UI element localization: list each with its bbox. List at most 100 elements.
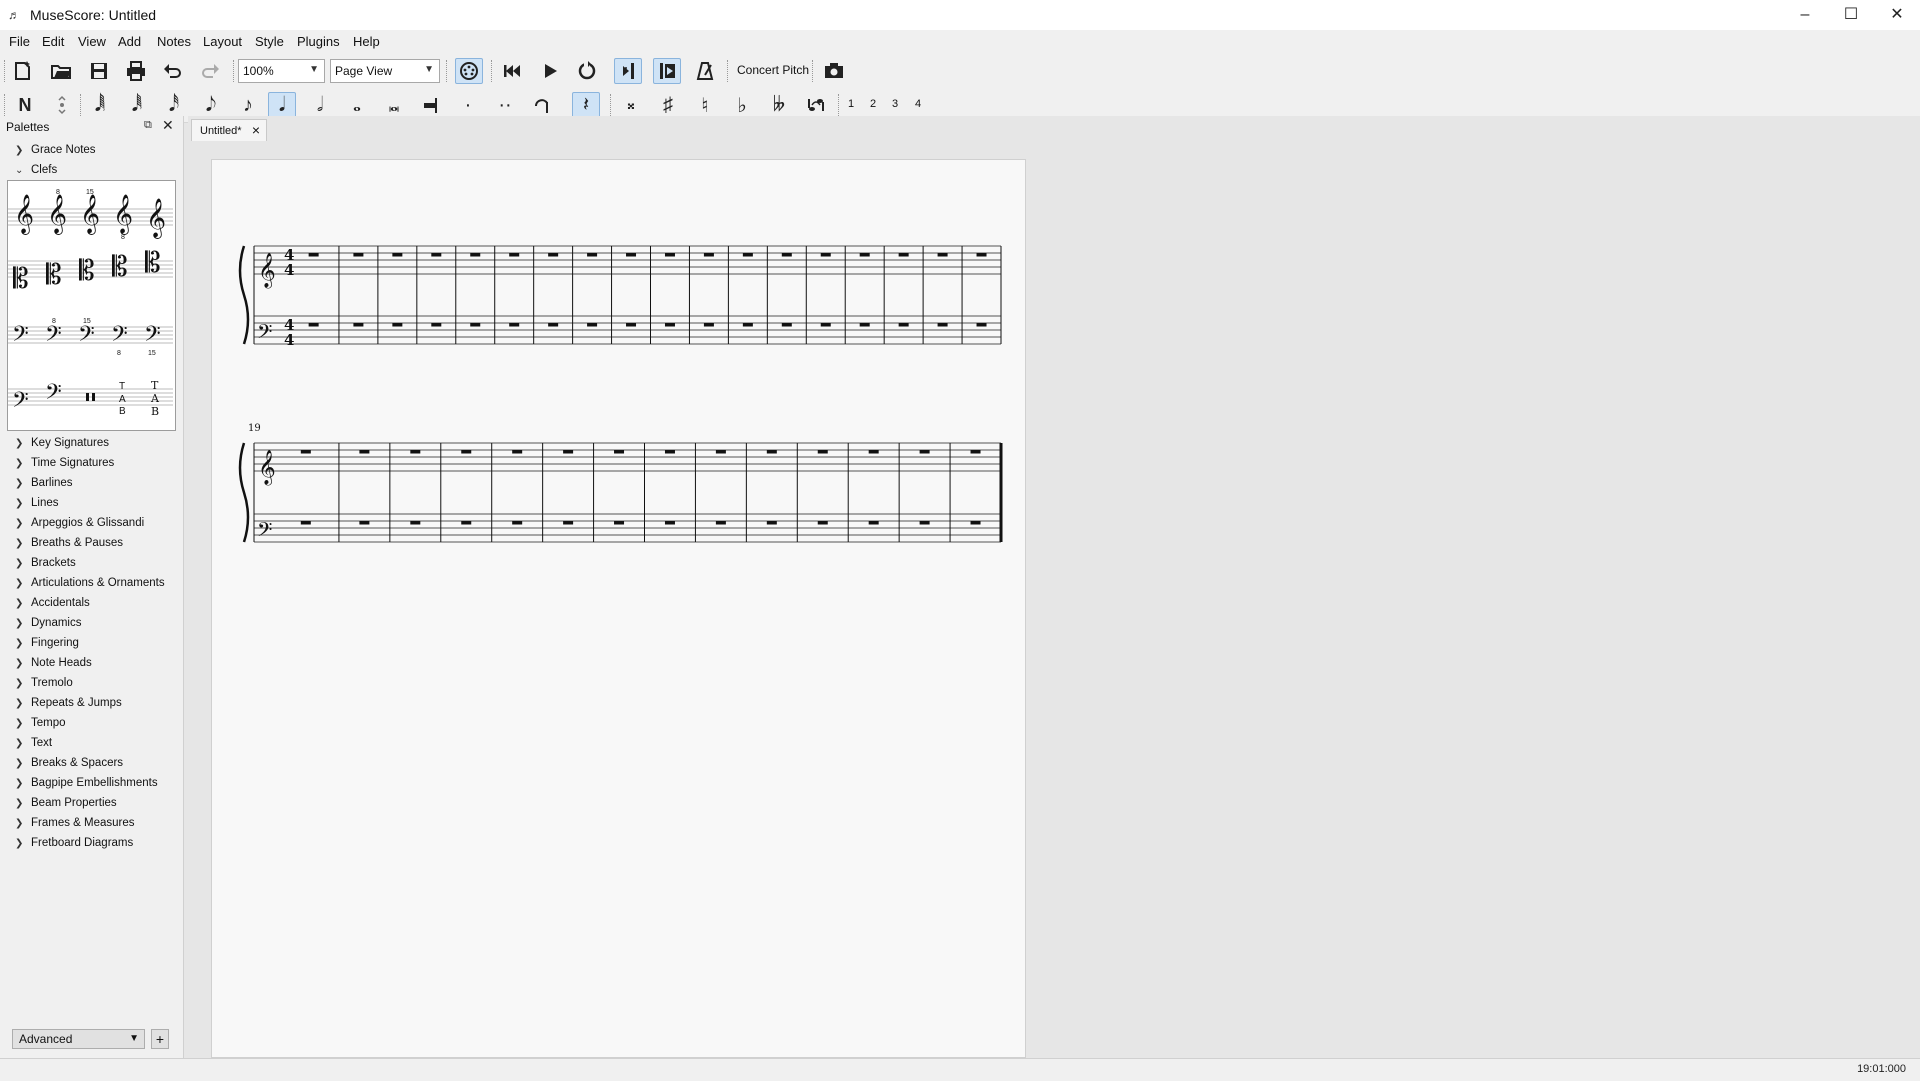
palette-section-fretboard[interactable]: ❯ Fretboard Diagrams [15, 834, 133, 852]
palette-section-barlines[interactable]: ❯ Barlines [15, 474, 73, 492]
palette-section-time-signatures[interactable]: ❯ Time Signatures [15, 454, 114, 472]
tab-serif-clef-cell[interactable]: TAB [140, 367, 173, 429]
bass-15mb-clef-cell[interactable]: 𝄢 15 [140, 305, 173, 367]
midi-input-icon[interactable] [455, 58, 483, 84]
natural-icon[interactable]: ♮ [691, 92, 719, 118]
score-page[interactable]: 𝄞 𝄢 4 4 4 4 𝄞 𝄢 19 [211, 159, 1026, 1058]
palette-section-note-heads[interactable]: ❯ Note Heads [15, 654, 92, 672]
palette-section-fingering[interactable]: ❯ Fingering [15, 634, 79, 652]
baritone-c-clef-cell[interactable]: 𝄡 [140, 243, 173, 305]
rest-icon[interactable]: 𝄽 [572, 92, 600, 118]
loop-playback-icon[interactable] [573, 58, 601, 84]
percussion-clef-cell[interactable] [74, 367, 107, 429]
view-mode-select[interactable]: Page View ▼ [330, 59, 440, 83]
eighth-note-alt-icon[interactable]: ♪ [234, 92, 262, 118]
palette-section-frames[interactable]: ❯ Frames & Measures [15, 814, 135, 832]
palette-section-lines[interactable]: ❯ Lines [15, 494, 59, 512]
rewind-icon[interactable] [498, 58, 526, 84]
image-capture-icon[interactable] [820, 58, 848, 84]
add-workspace-button[interactable]: + [151, 1029, 169, 1049]
augmentation-dot-icon[interactable]: · [454, 92, 482, 118]
bass-8va-clef-cell[interactable]: 𝄢 8 [41, 305, 74, 367]
close-tab-icon[interactable]: × [252, 122, 260, 138]
double-dot-icon[interactable]: ·· [491, 92, 519, 118]
palette-section-arpeggios[interactable]: ❯ Arpeggios & Glissandi [15, 514, 144, 532]
mezzo-soprano-clef-cell[interactable]: 𝄡 [41, 243, 74, 305]
half-note-icon[interactable]: 𝅗𝅥 [306, 92, 334, 118]
menu-add[interactable]: Add [118, 34, 141, 49]
undo-icon[interactable] [159, 58, 187, 84]
16th-note-icon[interactable]: 𝅘𝅥𝅰 [160, 92, 188, 118]
score-notation[interactable]: 𝄞𝄢4444 𝄞𝄢19 [212, 160, 1025, 1057]
double-sharp-icon[interactable]: 𝄪 [617, 92, 645, 118]
redo-icon[interactable] [196, 58, 224, 84]
menu-help[interactable]: Help [353, 34, 380, 49]
flip-direction-icon[interactable] [802, 92, 830, 118]
palette-section-key-signatures[interactable]: ❯ Key Signatures [15, 434, 109, 452]
palette-section-text[interactable]: ❯ Text [15, 734, 52, 752]
tie-icon[interactable] [528, 92, 556, 118]
close-panel-icon[interactable]: ✕ [162, 117, 174, 134]
tab-clef-cell[interactable]: TAB [107, 367, 140, 429]
play-icon[interactable] [536, 58, 564, 84]
treble-8va-clef-cell[interactable]: 𝄞 8 [41, 181, 74, 243]
treble-15ma-clef-cell[interactable]: 𝄞 15 [74, 181, 107, 243]
palette-section-tempo[interactable]: ❯ Tempo [15, 714, 66, 732]
palette-section-dynamics[interactable]: ❯ Dynamics [15, 614, 81, 632]
quarter-note-icon[interactable]: 𝅘𝅥 [268, 92, 296, 118]
bass-15ma-clef-cell[interactable]: 𝄢 15 [74, 305, 107, 367]
palette-section-bagpipe[interactable]: ❯ Bagpipe Embellishments [15, 774, 158, 792]
palette-section-clefs[interactable]: ⌄ Clefs [15, 161, 57, 179]
64th-note-icon[interactable]: 𝅘𝅥𝅲 [86, 92, 114, 118]
alto-clef-cell[interactable]: 𝄡 [74, 243, 107, 305]
menu-view[interactable]: View [78, 34, 106, 49]
input-mode-dropdown-icon[interactable] [48, 92, 76, 118]
save-icon[interactable] [85, 58, 113, 84]
palette-section-articulations[interactable]: ❯ Articulations & Ornaments [15, 574, 165, 592]
menu-edit[interactable]: Edit [42, 34, 64, 49]
metronome-icon[interactable] [691, 58, 719, 84]
32nd-note-icon[interactable]: 𝅘𝅥𝅱 [123, 92, 151, 118]
palette-section-breaths[interactable]: ❯ Breaths & Pauses [15, 534, 123, 552]
palette-section-grace-notes[interactable]: ❯ Grace Notes [15, 141, 96, 159]
tab-untitled[interactable]: Untitled* × [191, 119, 267, 141]
voice-3-button[interactable]: 3 [892, 98, 898, 110]
menu-style[interactable]: Style [255, 34, 284, 49]
menu-plugins[interactable]: Plugins [297, 34, 340, 49]
maximize-button[interactable]: ☐ [1828, 0, 1874, 30]
bass-8vb-clef-cell[interactable]: 𝄢 8 [107, 305, 140, 367]
menu-file[interactable]: File [9, 34, 30, 49]
loop-in-icon[interactable] [614, 58, 642, 84]
flat-icon[interactable]: ♭ [728, 92, 756, 118]
voice-2-button[interactable]: 2 [870, 98, 876, 110]
soprano-clef-cell[interactable]: 𝄡 [8, 243, 41, 305]
tenor-clef-cell[interactable]: 𝄡 [107, 243, 140, 305]
palette-section-beam-properties[interactable]: ❯ Beam Properties [15, 794, 117, 812]
voice-1-button[interactable]: 1 [848, 98, 854, 110]
baritone-f-clef-cell[interactable]: 𝄢 [8, 367, 41, 429]
new-score-icon[interactable] [9, 58, 37, 84]
loop-out-icon[interactable] [653, 58, 681, 84]
menu-notes[interactable]: Notes [157, 34, 191, 49]
palette-section-accidentals[interactable]: ❯ Accidentals [15, 594, 90, 612]
double-flat-icon[interactable]: 𝄫 [765, 92, 793, 118]
close-window-button[interactable]: ✕ [1874, 0, 1920, 30]
palette-section-tremolo[interactable]: ❯ Tremolo [15, 674, 73, 692]
palette-section-breaks[interactable]: ❯ Breaks & Spacers [15, 754, 123, 772]
subbass-clef-cell[interactable]: 𝄢 [41, 367, 74, 429]
sharp-icon[interactable]: ♯ [654, 92, 682, 118]
bass-clef-cell[interactable]: 𝄢 [8, 305, 41, 367]
whole-note-icon[interactable]: 𝅝 [343, 92, 371, 118]
eighth-note-icon[interactable]: 𝅘𝅥𝅮 [197, 92, 225, 118]
voice-4-button[interactable]: 4 [915, 98, 921, 110]
print-icon[interactable] [122, 58, 150, 84]
menu-layout[interactable]: Layout [203, 34, 242, 49]
palette-section-brackets[interactable]: ❯ Brackets [15, 554, 76, 572]
undock-icon[interactable]: ⧉ [144, 119, 152, 132]
french-violin-clef-cell[interactable]: 𝄞 [140, 181, 173, 243]
open-folder-icon[interactable] [47, 58, 75, 84]
concert-pitch-toggle[interactable]: Concert Pitch [737, 63, 809, 77]
minimize-button[interactable]: – [1782, 0, 1828, 30]
note-input-mode-icon[interactable]: N [11, 92, 39, 118]
zoom-select[interactable]: 100% ▼ [238, 59, 325, 83]
